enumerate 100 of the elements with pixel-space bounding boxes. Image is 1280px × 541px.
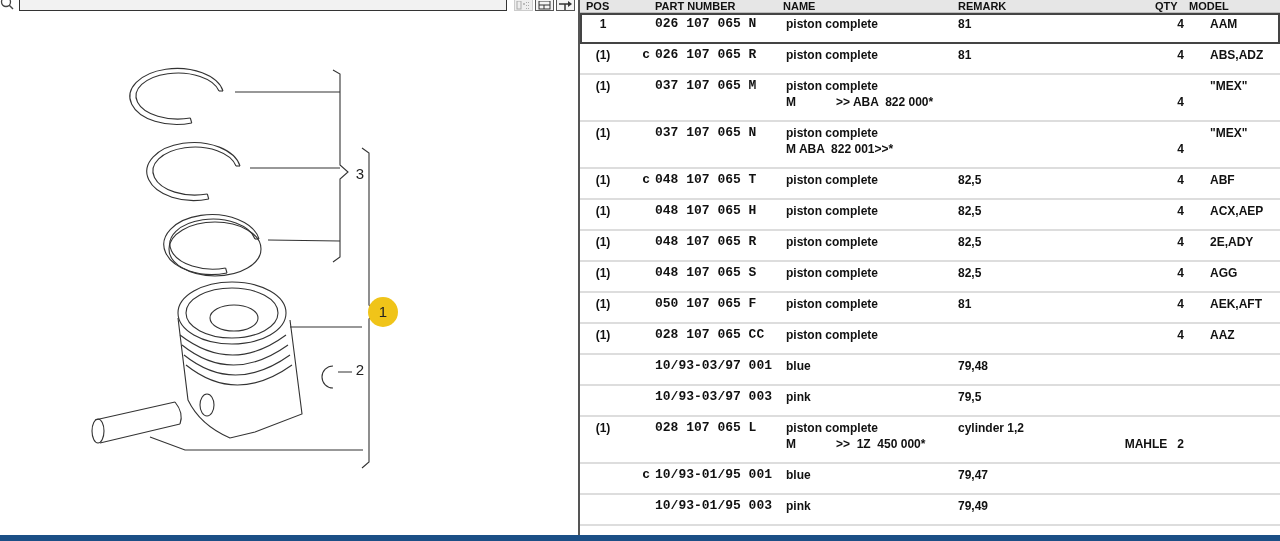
name-cell-text: piston complete — [785, 420, 879, 436]
callout-number: 3 — [355, 165, 365, 182]
name-cell-text: pink — [785, 498, 812, 514]
part-number-cell-text: 028 107 065 CC — [655, 327, 766, 343]
position-cell-text: (1) — [594, 234, 612, 250]
table-cell-text: M ABA 822 001>>* — [785, 141, 895, 157]
remark-cell-text: 81 — [958, 16, 973, 32]
part-number-cell-text: 026 107 065 R — [655, 47, 758, 63]
column-header[interactable]: PART NUMBER — [655, 0, 783, 12]
search-icon[interactable] — [0, 0, 15, 11]
position-cell-text: (1) — [594, 203, 612, 219]
position-cell-text: (1) — [594, 47, 612, 63]
arrow-button[interactable] — [556, 0, 575, 11]
quantity-cell-text: 4 — [1176, 94, 1185, 110]
model-cell-text: ABS,ADZ — [1209, 47, 1265, 63]
part-number-cell-text: 026 107 065 N — [655, 16, 758, 32]
part-number-cell-text: 10/93-03/97 003 — [655, 389, 774, 405]
table-row[interactable]: (1) c 048 107 065 T piston complete 82,5 4 ABF — [580, 169, 1280, 200]
quantity-cell-text: 4 — [1176, 327, 1185, 343]
model-cell-text: ACX,AEP — [1209, 203, 1265, 219]
table-row[interactable]: (1) 028 107 065 L piston complete cylinder 1,2 M >> 1Z 450 000* MAHLE 2 — [580, 417, 1280, 464]
position-cell-text: (1) — [594, 78, 612, 94]
remark-cell-text: 79,48 — [958, 358, 990, 374]
remark-cell-text: 82,5 — [958, 203, 983, 219]
table-row[interactable]: (1) 048 107 065 R piston complete 82,5 4 2E,ADY — [580, 231, 1280, 262]
callout-number: 2 — [355, 361, 365, 378]
remark-cell-text: 79,49 — [958, 498, 990, 514]
quantity-cell-text: 4 — [1176, 141, 1185, 157]
column-header[interactable]: NAME — [783, 0, 958, 12]
remark-cell-text: 81 — [958, 296, 973, 312]
remark-cell-text: 81 — [958, 47, 973, 63]
remark-cell-text: cylinder 1,2 — [958, 420, 1026, 436]
part-number-cell-text: 050 107 065 F — [655, 296, 758, 312]
table-row[interactable]: 1 026 107 065 N piston complete 81 4 AAM — [580, 13, 1280, 44]
name-cell-text: blue — [785, 467, 812, 483]
model-cell-text: AGG — [1209, 265, 1239, 281]
position-cell-text: (1) — [594, 296, 612, 312]
name-cell-text: piston complete — [785, 327, 879, 343]
part-number-cell-text: 028 107 065 L — [655, 420, 758, 436]
column-header[interactable]: POS — [580, 0, 626, 12]
quantity-cell-text: 4 — [1176, 172, 1185, 188]
name-cell-text: pink — [785, 389, 812, 405]
remark-cell-text: 82,5 — [958, 265, 983, 281]
change-mark: c — [641, 172, 651, 188]
table-row[interactable]: (1) 037 107 065 M piston complete "MEX" M >> ABA 822 000* 4 — [580, 75, 1280, 122]
name-cell-text: piston complete — [785, 47, 879, 63]
position-cell-text: (1) — [594, 172, 612, 188]
remark-cell-text: 82,5 — [958, 234, 983, 250]
quantity-cell-text: 4 — [1176, 296, 1185, 312]
part-number-cell-text: 048 107 065 S — [655, 265, 758, 281]
change-mark: c — [641, 47, 651, 63]
callout-number[interactable]: 1 — [378, 303, 388, 320]
model-cell-text: AEK,AFT — [1209, 296, 1263, 312]
column-header[interactable]: MODEL — [1189, 0, 1280, 12]
model-cell-text: "MEX" — [1209, 125, 1249, 141]
model-cell-text: AAZ — [1209, 327, 1236, 343]
part-number-cell-text: 037 107 065 M — [655, 78, 758, 94]
table-row[interactable]: 10/93-03/97 003 pink 79,5 — [580, 386, 1280, 417]
part-number-cell-text: 10/93-01/95 001 — [655, 467, 774, 483]
model-cell-text: "MEX" — [1209, 78, 1249, 94]
name-cell-text: piston complete — [785, 172, 879, 188]
table-row[interactable]: (1) 037 107 065 N piston complete "MEX" M ABA 822 001>>* 4 — [580, 122, 1280, 169]
name-cell-text: piston complete — [785, 16, 879, 32]
quantity-cell-text: 4 — [1176, 234, 1185, 250]
table-row[interactable]: (1) 028 107 065 CC piston complete 4 AAZ — [580, 324, 1280, 355]
part-number-cell-text: 10/93-03/97 001 — [655, 358, 774, 374]
change-mark: c — [641, 467, 651, 483]
model-cell-text: 2E,ADY — [1209, 234, 1255, 250]
quantity-cell-text: 4 — [1176, 47, 1185, 63]
remark-cell-text: 82,5 — [958, 172, 983, 188]
position-cell-text: 1 — [598, 16, 608, 32]
column-header[interactable]: QTY — [1132, 0, 1189, 12]
table-row[interactable]: 10/93-01/95 003 pink 79,49 — [580, 495, 1280, 526]
table-cell-text: M >> ABA 822 000* — [785, 94, 935, 110]
table-row[interactable]: (1) 048 107 065 H piston complete 82,5 4 ACX,AEP — [580, 200, 1280, 231]
position-cell-text: (1) — [594, 125, 612, 141]
remark-cell-text: 79,47 — [958, 467, 990, 483]
position-cell-text: (1) — [594, 327, 612, 343]
name-cell-text: piston complete — [785, 265, 879, 281]
table-row[interactable]: c 10/93-01/95 001 blue 79,47 — [580, 464, 1280, 495]
position-cell-text: (1) — [594, 420, 612, 436]
search-field[interactable] — [19, 0, 507, 11]
quantity-cell-text: 4 — [1176, 265, 1185, 281]
table-row[interactable]: (1) 050 107 065 F piston complete 81 4 AEK,AFT — [580, 293, 1280, 324]
table-row[interactable]: (1) c 026 107 065 R piston complete 81 4 ABS,ADZ — [580, 44, 1280, 75]
table-row[interactable]: 10/93-03/97 001 blue 79,48 — [580, 355, 1280, 386]
part-number-cell-text: 037 107 065 N — [655, 125, 758, 141]
model-cell-text: AAM — [1209, 16, 1239, 32]
name-cell-text: piston complete — [785, 203, 879, 219]
quantity-cell-text: 4 — [1176, 203, 1185, 219]
name-cell-text: piston complete — [785, 125, 879, 141]
column-header[interactable]: REMARK — [958, 0, 1132, 12]
position-cell-text: (1) — [594, 265, 612, 281]
part-number-cell-text: 048 107 065 T — [655, 172, 758, 188]
table-row[interactable]: (1) 048 107 065 S piston complete 82,5 4 AGG — [580, 262, 1280, 293]
layout-button[interactable] — [535, 0, 554, 11]
remark-cell-text: 79,5 — [958, 389, 983, 405]
name-cell-text: blue — [785, 358, 812, 374]
quantity-cell-text: 4 — [1176, 16, 1185, 32]
name-cell-text: piston complete — [785, 296, 879, 312]
